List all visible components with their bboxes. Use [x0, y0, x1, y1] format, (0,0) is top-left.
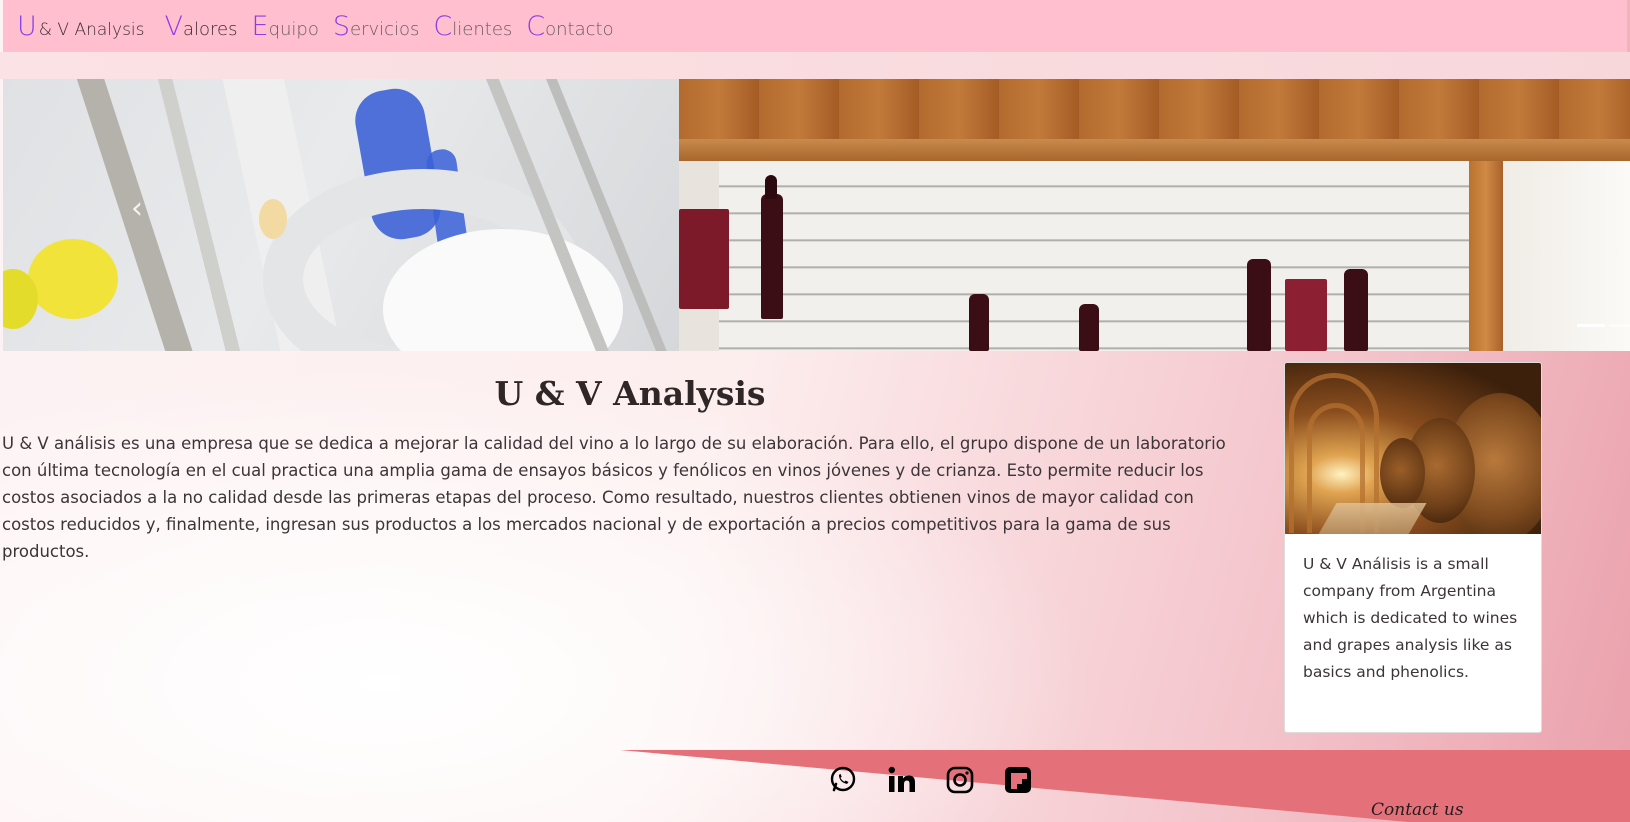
wine-cellar-image	[1285, 363, 1541, 534]
wine-bottle	[1344, 269, 1368, 351]
page-title: U & V Analysis	[494, 374, 766, 413]
lab-equipment-image: ‹	[3, 79, 679, 351]
wine-box	[679, 209, 729, 309]
nav-link-contacto[interactable]: Contacto	[526, 11, 613, 42]
carousel-indicator-2[interactable]	[1609, 324, 1630, 327]
nav-link-valores[interactable]: Valores	[165, 11, 238, 42]
carousel-prev-icon[interactable]: ‹	[131, 191, 143, 226]
hero-carousel: ‹	[3, 79, 1630, 351]
wine-bottle	[1247, 259, 1271, 351]
intro-paragraph: U & V análisis es una empresa que se ded…	[2, 434, 1226, 561]
contact-us-link[interactable]: Contact us	[1371, 800, 1464, 820]
top-navbar: U & V Analysis Valores Equipo Servicios …	[3, 0, 1627, 52]
wine-bottle	[765, 175, 777, 199]
wood-post	[1469, 161, 1503, 351]
wall-corner	[1503, 161, 1630, 351]
nav-spacer-strip	[0, 52, 1630, 79]
brand-logo-link[interactable]: U & V Analysis	[17, 11, 145, 42]
carousel-indicator-1[interactable]	[1577, 324, 1605, 327]
card-description: U & V Análisis is a small company from A…	[1303, 555, 1518, 681]
nav-link-clientes[interactable]: Clientes	[433, 11, 512, 42]
wine-box	[1285, 279, 1327, 351]
flipboard-icon[interactable]	[1001, 763, 1035, 797]
brand-name: & V Analysis	[38, 19, 145, 40]
linkedin-icon[interactable]	[885, 763, 919, 797]
wine-bottle	[1079, 304, 1099, 351]
wine-bottle	[761, 194, 783, 319]
nav-link-servicios[interactable]: Servicios	[333, 11, 420, 42]
brand-initial: U	[17, 10, 37, 42]
carousel-indicators	[1577, 324, 1630, 327]
instagram-icon[interactable]	[943, 763, 977, 797]
info-card: U & V Análisis is a small company from A…	[1284, 362, 1542, 733]
whatsapp-icon[interactable]	[826, 763, 860, 797]
slatted-wall	[719, 161, 1499, 351]
wood-shelf	[679, 139, 1630, 161]
lab-equipment-illustration	[3, 79, 673, 351]
wine-bottle	[969, 294, 989, 351]
wood-ceiling	[679, 79, 1630, 139]
nav-link-equipo[interactable]: Equipo	[252, 11, 319, 42]
wine-shelf-image	[679, 79, 1630, 351]
